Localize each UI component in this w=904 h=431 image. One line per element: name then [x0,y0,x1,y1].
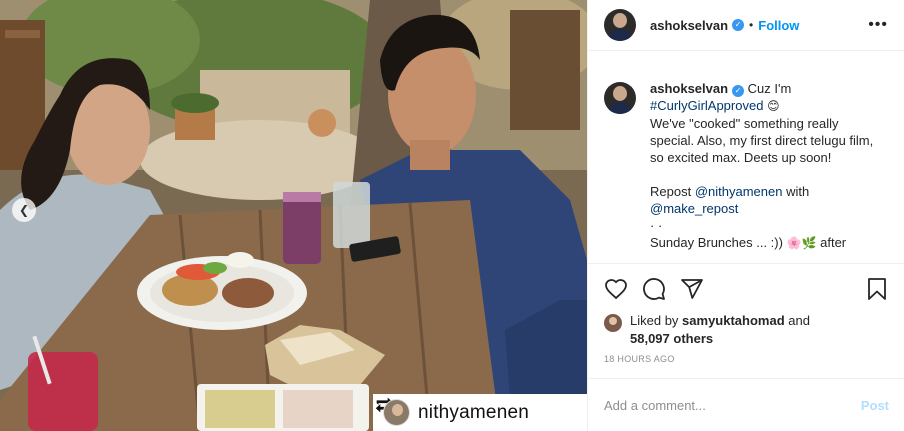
repost-prefix: Repost [650,184,692,199]
comment-input[interactable] [604,397,861,413]
header-username[interactable]: ashokselvan [650,18,728,33]
likes-text: Liked by samyuktahomad and 58,097 others [630,312,810,348]
follow-button[interactable]: Follow [758,18,799,33]
post-timestamp[interactable]: 18 HOURS AGO [604,354,889,364]
photo-scene [0,0,587,431]
likes-and: and [788,313,810,328]
post-actions: Liked by samyuktahomad and 58,097 others… [588,263,904,364]
separator-dot: • [749,18,754,32]
heart-icon[interactable] [604,277,628,301]
avatar[interactable] [604,82,636,114]
smile-emoji: 😊 [767,99,780,113]
comment-icon[interactable] [642,277,666,301]
bookmark-icon[interactable] [865,277,889,301]
avatar [383,399,410,426]
mention-link[interactable]: @nithyamenen [695,184,783,199]
post-comment-button[interactable]: Post [861,398,889,413]
hashtag-link[interactable]: #CurlyGirlApproved [650,98,763,113]
action-icons [604,276,889,302]
liker-username[interactable]: samyuktahomad [682,313,785,328]
verified-badge-icon: ✓ [732,19,745,31]
caption-area: ashokselvan ✓ Cuz I'm #CurlyGirlApproved … [588,80,904,261]
comment-box: Post [588,378,904,431]
post-side-panel: ashokselvan ✓ • Follow ••• ashokselvan ✓ … [587,0,904,431]
chevron-left-icon: ❮ [18,203,30,217]
caption-line1: Cuz I'm [747,81,792,96]
more-options-icon[interactable]: ••• [868,16,888,34]
repost-with: with [786,184,810,199]
caption-line3: Sunday Brunches ... :)) [650,235,783,250]
carousel-prev-button[interactable]: ❮ [12,198,36,222]
repost-watermark: nithyamenen [373,394,587,431]
caption-line2: We've "cooked" something really special.… [650,116,874,165]
avatar[interactable] [604,9,636,41]
caption-dots: · · [650,218,663,233]
likes-count[interactable]: 58,097 others [630,331,713,346]
share-icon[interactable] [680,277,704,301]
caption-text: ashokselvan ✓ Cuz I'm #CurlyGirlApproved … [650,80,880,261]
repost-username: nithyamenen [418,401,529,423]
flower-emoji: 🌸 [786,236,802,250]
verified-badge-icon: ✓ [732,85,745,97]
mention-link[interactable]: @make_repost [650,201,738,216]
post-header: ashokselvan ✓ • Follow ••• [588,0,904,51]
caption-line3-after: after [820,235,847,250]
post-photo[interactable]: ❮ nithyamenen [0,0,587,431]
leaf-emoji: 🌿 [801,236,817,250]
caption-username[interactable]: ashokselvan [650,81,728,96]
avatar[interactable] [604,314,622,332]
likes-summary: Liked by samyuktahomad and 58,097 others [604,312,889,348]
likes-prefix: Liked by [630,313,679,328]
